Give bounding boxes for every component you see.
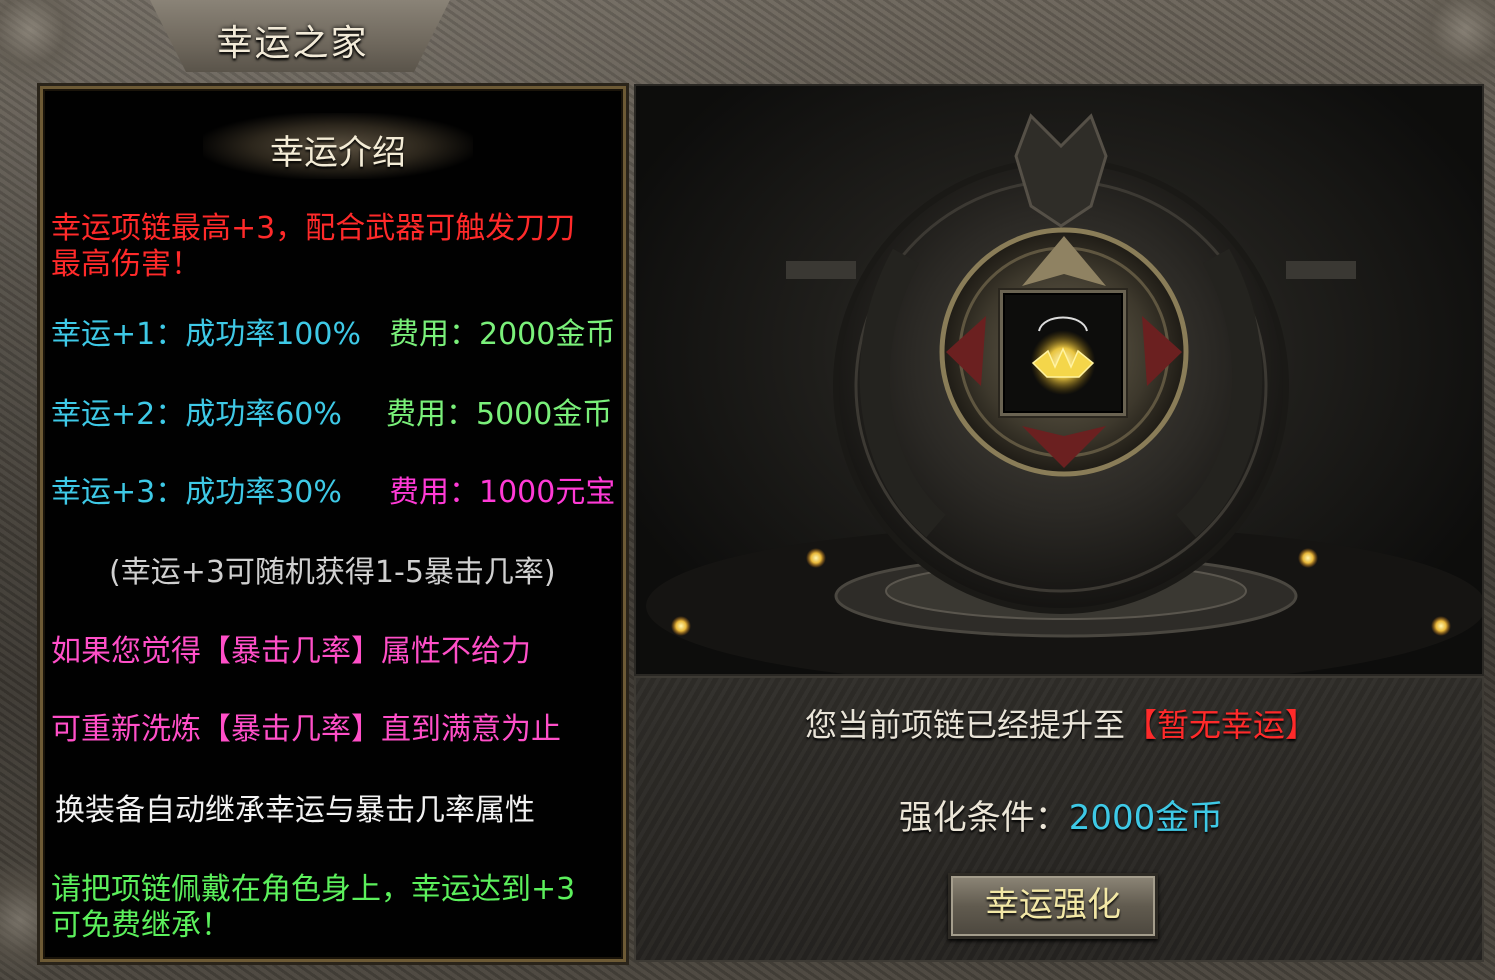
condition-label: 强化条件： [898,798,1069,838]
intro-description-line1: 幸运项链最高+3，配合武器可触发刀刀 [51,211,576,246]
luck-enhance-button[interactable]: 幸运强化 [948,873,1158,939]
status-value: 【暂无幸运】 [1125,706,1318,744]
tier-3-cost: 费用：1000元宝 [389,475,616,510]
wear-line2: 可免费继承！ [51,908,231,943]
window-title: 幸运之家 [216,23,369,64]
reroll-line2: 可重新洗炼【暴击几率】直到满意为止 [51,712,561,747]
altar-scene [634,84,1484,676]
enhance-condition: 强化条件：2000金币 [636,790,1486,839]
tier-2-rate: 幸运+2：成功率60% [51,397,342,432]
intro-panel: 幸运介绍 幸运项链最高+3，配合武器可触发刀刀 最高伤害！ 幸运+1：成功率10… [40,86,626,962]
tier-1-rate: 幸运+1：成功率100% [51,317,361,352]
intro-description-line2: 最高伤害！ [51,247,201,282]
status-prefix: 您当前项链已经提升至 [804,706,1125,744]
enhance-info-panel: 您当前项链已经提升至【暂无幸运】 强化条件：2000金币 幸运强化 [634,676,1484,962]
golden-necklace-icon [1027,316,1099,395]
inherit-line: 换装备自动继承幸运与暴击几率属性 [55,793,535,828]
necklace-item-slot[interactable] [1000,290,1126,416]
condition-value: 2000金币 [1068,798,1224,838]
wear-line1: 请把项链佩戴在角色身上，幸运达到+3 [51,872,576,907]
tier-1-cost: 费用：2000金币 [389,317,616,352]
tier-3-rate: 幸运+3：成功率30% [51,475,342,510]
tier-2-cost: 费用：5000金币 [386,397,613,432]
reroll-line1: 如果您觉得【暴击几率】属性不给力 [51,634,531,669]
intro-title: 幸运介绍 [270,133,406,173]
crit-note: (幸运+3可随机获得1-5暴击几率) [109,555,556,590]
current-luck-status: 您当前项链已经提升至【暂无幸运】 [636,700,1486,746]
